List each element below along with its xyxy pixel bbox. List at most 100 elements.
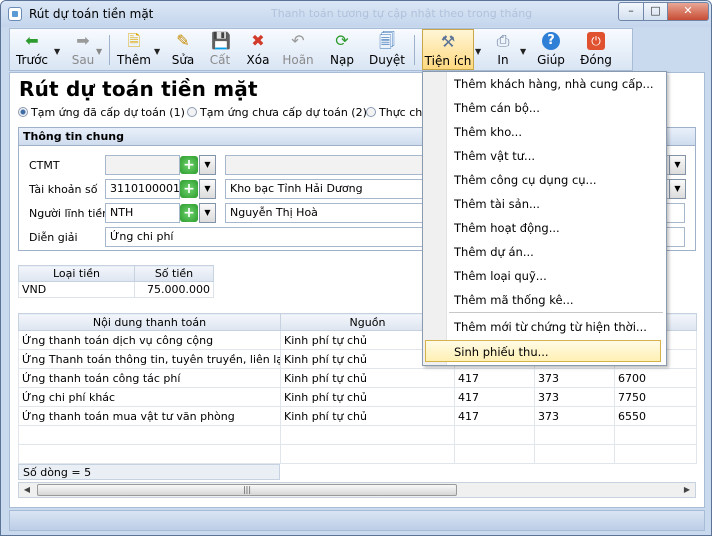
grid-cell[interactable]: 7750: [614, 387, 697, 407]
app-icon: [8, 7, 22, 21]
currency-table-header: Loại tiền Số tiền: [18, 265, 214, 282]
grid-cell[interactable]: Ứng thanh toán mua vật tư văn phòng: [18, 406, 281, 426]
grid-cell[interactable]: 373: [534, 368, 615, 388]
amount-cell[interactable]: 75.000.000: [134, 281, 214, 298]
scrollbar-thumb[interactable]: |||: [37, 484, 457, 496]
menu-item-new-from-current[interactable]: Thêm mới từ chứng từ hiện thời...: [454, 320, 647, 334]
undo-button[interactable]: ↶ Hoãn: [280, 29, 316, 70]
grid-cell[interactable]: 417: [454, 387, 535, 407]
receiver-dropdown-button[interactable]: ▼: [199, 203, 216, 223]
back-dropdown-arrow[interactable]: ▼: [54, 47, 60, 56]
menu-item-add-fund-type[interactable]: Thêm loại quỹ...: [454, 269, 547, 283]
save-button[interactable]: 💾 Cất: [205, 29, 235, 70]
grid-cell[interactable]: Ứng Thanh toán thông tin, tuyên truyền, …: [18, 349, 281, 369]
utilities-dropdown-menu: Thêm khách hàng, nhà cung cấp... Thêm cá…: [422, 71, 667, 366]
menu-item-generate-receipt[interactable]: Sinh phiếu thu...: [454, 345, 549, 359]
close-window-button[interactable]: ✕: [667, 2, 709, 21]
printer-icon: ⎙: [496, 31, 510, 50]
menu-item-add-tool[interactable]: Thêm công cụ dụng cụ...: [454, 173, 597, 187]
next-dropdown-arrow[interactable]: ▼: [96, 47, 102, 56]
back-button[interactable]: ⬅ Trước: [12, 29, 52, 70]
currency-type-header[interactable]: Loại tiền: [18, 265, 135, 282]
menu-item-add-material[interactable]: Thêm vật tư...: [454, 149, 535, 163]
toolbar-separator: [109, 35, 110, 65]
scroll-left-icon[interactable]: ◀: [19, 483, 35, 497]
undo-arrow-icon: ↶: [291, 31, 305, 50]
print-dropdown-arrow[interactable]: ▼: [520, 47, 526, 56]
tools-icon: ⚒: [440, 32, 456, 51]
grid-cell[interactable]: Kinh phí tự chủ: [280, 368, 455, 388]
window-title: Rút dự toán tiền mặt: [29, 7, 154, 21]
utilities-dropdown-arrow[interactable]: ▼: [475, 47, 481, 56]
menu-item-add-asset[interactable]: Thêm tài sản...: [454, 197, 540, 211]
delete-x-icon: ✖: [251, 31, 265, 50]
grid-cell[interactable]: 6700: [614, 368, 697, 388]
arrow-right-icon: ➡: [76, 31, 90, 50]
table-row[interactable]: Ứng thanh toán công tác phí Kinh phí tự c…: [18, 368, 697, 388]
radio-actual-spending[interactable]: Thực chi: [366, 106, 425, 119]
help-button[interactable]: ? Giúp: [534, 29, 568, 70]
toolbar: ⬅ Trước ▼ ➡ Sau ▼ 🗎 Thêm ▼ ✎ Sửa 💾 Cất ✖…: [9, 28, 637, 100]
currency-cell[interactable]: VND: [18, 281, 135, 298]
add-button[interactable]: 🗎 Thêm: [114, 29, 154, 70]
table-row[interactable]: VND 75.000.000: [18, 281, 214, 298]
grid-cell[interactable]: Kinh phí tự chủ: [280, 406, 455, 426]
scroll-right-icon[interactable]: ▶: [679, 483, 695, 497]
grid-cell[interactable]: Kinh phí tự chủ: [280, 387, 455, 407]
empty-row[interactable]: [18, 444, 697, 464]
grid-cell[interactable]: 417: [454, 406, 535, 426]
add-receiver-icon[interactable]: +: [180, 204, 198, 222]
new-document-icon: 🗎: [127, 31, 141, 50]
amount-header[interactable]: Số tiền: [134, 265, 214, 282]
radio-advance-allocated[interactable]: Tạm ứng đã cấp dự toán (1): [18, 106, 185, 119]
close-button[interactable]: ⏻ Đóng: [578, 29, 614, 70]
floppy-disk-icon: 💾: [211, 31, 231, 50]
empty-row[interactable]: [18, 425, 697, 445]
grid-cell[interactable]: Ứng thanh toán dịch vụ công cộng: [18, 330, 281, 350]
menu-item-add-customer[interactable]: Thêm khách hàng, nhà cung cấp...: [454, 77, 654, 91]
edit-button[interactable]: ✎ Sửa: [168, 29, 198, 70]
ctmt-field[interactable]: [105, 155, 180, 175]
ctmt-dropdown-button[interactable]: ▼: [199, 155, 216, 175]
title-bar: Rút dự toán tiền mặt Thanh toán tương tự…: [1, 1, 711, 27]
grid-cell[interactable]: Ứng chi phí khác: [18, 387, 281, 407]
load-button[interactable]: ⟳ Nạp: [327, 29, 357, 70]
status-bar: [9, 510, 705, 531]
horizontal-scrollbar[interactable]: ◀ ||| ▶: [18, 482, 696, 498]
radio-advance-unallocated[interactable]: Tạm ứng chưa cấp dự toán (2): [187, 106, 367, 119]
menu-item-add-activity[interactable]: Thêm hoạt động...: [454, 221, 560, 235]
add-ctmt-icon[interactable]: +: [180, 156, 198, 174]
radio-icon: [187, 107, 197, 117]
delete-button[interactable]: ✖ Xóa: [243, 29, 273, 70]
menu-item-add-staff[interactable]: Thêm cán bộ...: [454, 101, 540, 115]
add-dropdown-arrow[interactable]: ▼: [154, 47, 160, 56]
currency-table: Loại tiền Số tiền VND 75.000.000: [18, 265, 214, 298]
maximize-button[interactable]: □: [643, 2, 668, 21]
arrow-left-icon: ⬅: [25, 31, 39, 50]
grid-cell[interactable]: Ứng thanh toán công tác phí: [18, 368, 281, 388]
grid-cell[interactable]: 373: [534, 406, 615, 426]
account-dropdown-button[interactable]: ▼: [199, 179, 216, 199]
grid-cell[interactable]: 417: [454, 368, 535, 388]
utilities-button[interactable]: ⚒ Tiện ích: [422, 29, 474, 70]
receiver-label: Người lĩnh tiền: [29, 207, 110, 220]
receiver-code-field[interactable]: NTH: [105, 203, 180, 223]
account-number-field[interactable]: 31101000011: [105, 179, 180, 199]
minimize-button[interactable]: –: [618, 2, 644, 21]
print-button[interactable]: ⎙ In: [488, 29, 518, 70]
ctmt-label: CTMT: [29, 159, 60, 172]
grid-cell[interactable]: 373: [534, 387, 615, 407]
menu-item-add-warehouse[interactable]: Thêm kho...: [454, 125, 522, 139]
grid-cell[interactable]: 6550: [614, 406, 697, 426]
payment-content-header[interactable]: Nội dung thanh toán: [18, 313, 281, 331]
table-row[interactable]: Ứng chi phí khác Kinh phí tự chủ 417 373 775…: [18, 387, 697, 407]
table-row[interactable]: Ứng thanh toán mua vật tư văn phòng Kinh …: [18, 406, 697, 426]
description-label: Diễn giải: [29, 231, 78, 244]
ctmt-name-dropdown-button[interactable]: ▼: [669, 155, 686, 175]
menu-item-add-project[interactable]: Thêm dự án...: [454, 245, 534, 259]
approve-button[interactable]: 🗐 Duyệt: [368, 29, 406, 70]
add-account-icon[interactable]: +: [180, 180, 198, 198]
menu-item-add-stat-code[interactable]: Thêm mã thống kê...: [454, 293, 574, 307]
account-name-dropdown-button[interactable]: ▼: [669, 179, 686, 199]
menu-separator: [449, 312, 663, 313]
